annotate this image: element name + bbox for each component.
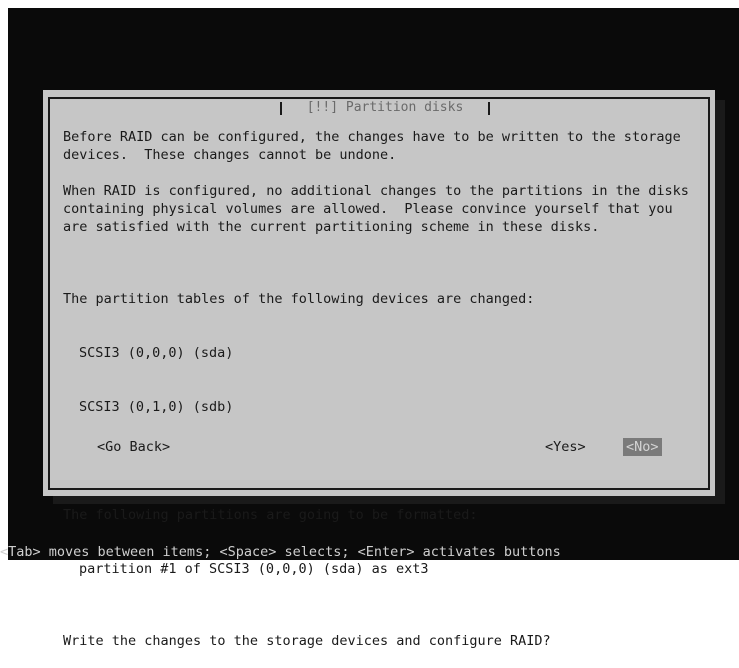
yes-button[interactable]: <Yes> bbox=[545, 438, 586, 456]
confirm-question: Write the changes to the storage devices… bbox=[63, 633, 551, 649]
changed-devices-heading: The partition tables of the following de… bbox=[63, 291, 535, 307]
warning-paragraph: When RAID is configured, no additional c… bbox=[63, 183, 697, 235]
device-item: SCSI3 (0,0,0) (sda) bbox=[79, 345, 234, 361]
intro-paragraph: Before RAID can be configured, the chang… bbox=[63, 129, 689, 163]
help-line: <Tab> moves between items; <Space> selec… bbox=[0, 544, 561, 560]
partition-disks-dialog: [!!] Partition disks Before RAID can be … bbox=[43, 90, 715, 649]
go-back-button[interactable]: <Go Back> bbox=[97, 438, 170, 456]
dialog-body: Before RAID can be configured, the chang… bbox=[63, 128, 703, 668]
device-item: SCSI3 (0,1,0) (sdb) bbox=[79, 399, 234, 415]
title-right-tick bbox=[488, 102, 490, 115]
formatted-partitions-section: The following partitions are going to be… bbox=[63, 470, 703, 614]
dialog-title: [!!] Partition disks bbox=[282, 99, 488, 117]
formatted-partitions-heading: The following partitions are going to be… bbox=[63, 507, 478, 523]
dialog-buttons: <Go Back> <Yes> <No> bbox=[63, 438, 693, 456]
partition-item: partition #1 of SCSI3 (0,0,0) (sda) as e… bbox=[79, 561, 429, 577]
installer-screen: [!!] Partition disks Before RAID can be … bbox=[8, 8, 739, 649]
changed-devices-section: The partition tables of the following de… bbox=[63, 254, 703, 452]
no-button[interactable]: <No> bbox=[623, 438, 662, 456]
